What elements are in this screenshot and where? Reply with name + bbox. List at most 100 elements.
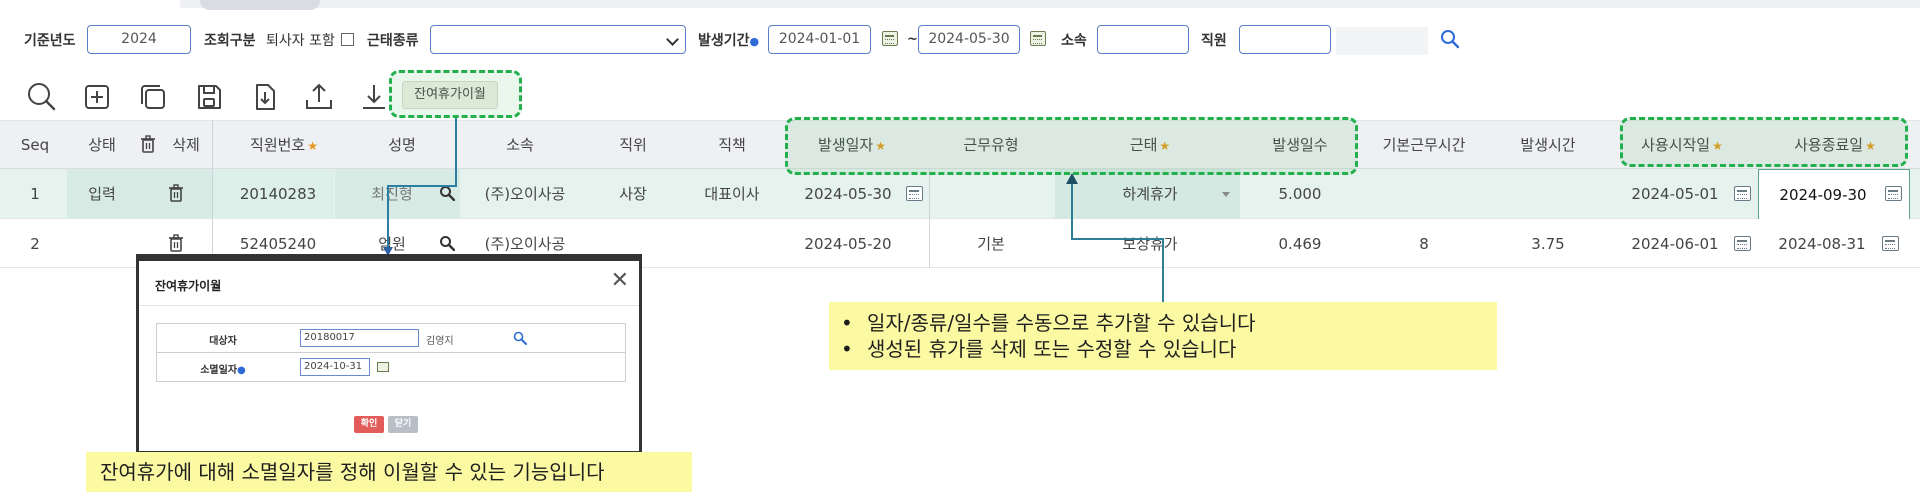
cell-leave[interactable]: 보상휴가 bbox=[1105, 219, 1195, 269]
employee-label: 직원 bbox=[1201, 33, 1227, 49]
cell-occur-days[interactable]: 0.469 bbox=[1260, 219, 1340, 269]
period-to-input[interactable]: 2024-05-30 bbox=[918, 25, 1020, 54]
arrow-up-icon bbox=[1066, 173, 1078, 184]
year-input[interactable]: 2024 bbox=[87, 25, 191, 54]
required-marker: ● bbox=[237, 365, 246, 376]
calendar-icon[interactable] bbox=[1734, 186, 1751, 201]
connector-line bbox=[387, 185, 457, 187]
connector-line bbox=[1071, 238, 1163, 240]
connector-line bbox=[1162, 238, 1164, 302]
cell-use-start[interactable]: 2024-05-01 bbox=[1625, 169, 1725, 219]
table-row[interactable]: 1 입력 20140283 최진형 (주)오이사공 사장 대표이사 2024-0… bbox=[0, 169, 1920, 219]
bullet-marker: • bbox=[841, 311, 853, 335]
save-icon[interactable] bbox=[192, 80, 226, 114]
leave-type-label: 근태종류 bbox=[367, 33, 419, 49]
import-icon[interactable] bbox=[248, 80, 282, 114]
cell-dept: (주)오이사공 bbox=[484, 185, 566, 203]
cell-occur-date[interactable]: 2024-05-30 bbox=[800, 169, 896, 219]
cell-base-hours: 8 bbox=[1419, 235, 1429, 253]
chevron-down-icon bbox=[666, 33, 679, 46]
cell-work-type[interactable]: 기본 bbox=[951, 219, 1031, 269]
upload-icon[interactable] bbox=[302, 80, 336, 114]
carryover-dialog: 잔여휴가이월 ✕ 대상자 20180017 김영지 소멸일자● 2024-10-… bbox=[136, 254, 642, 454]
highlight-occur-fields bbox=[785, 117, 1358, 175]
cell-name[interactable]: 최진형 bbox=[362, 169, 422, 219]
callout-note-edit: • 일자/종류/일수를 수동으로 추가할 수 있습니다 • 생성된 휴가를 삭제 또… bbox=[829, 302, 1497, 370]
cell-use-start[interactable]: 2024-06-01 bbox=[1625, 219, 1725, 269]
cell-occur-hours bbox=[1508, 169, 1588, 219]
connector-line bbox=[455, 118, 457, 186]
note-bullet-item: • 생성된 휴가를 삭제 또는 수정할 수 있습니다 bbox=[841, 337, 1237, 361]
required-star: ★ bbox=[307, 139, 318, 153]
cell-occur-days[interactable]: 5.000 bbox=[1260, 169, 1340, 219]
dialog-row-expire: 소멸일자● 2024-10-31 bbox=[157, 353, 625, 382]
cell-use-end[interactable]: 2024-08-31 bbox=[1772, 219, 1872, 269]
search-icon[interactable] bbox=[513, 330, 527, 345]
target-label: 대상자 bbox=[209, 336, 237, 347]
search-icon[interactable] bbox=[1440, 29, 1460, 49]
search-icon[interactable] bbox=[439, 185, 456, 202]
trash-icon[interactable] bbox=[168, 184, 184, 203]
cell-emp-no[interactable]: 20140283 bbox=[230, 169, 326, 219]
dept-label: 소속 bbox=[1061, 33, 1087, 49]
dialog-divider bbox=[139, 305, 639, 306]
period-separator: ~ bbox=[907, 32, 918, 47]
col-delete: 삭제 bbox=[172, 136, 200, 154]
cell-leave[interactable]: 하계휴가 bbox=[1105, 169, 1195, 219]
cell-seq: 1 bbox=[30, 185, 40, 203]
dialog-row-target: 대상자 20180017 김영지 bbox=[157, 324, 625, 353]
calendar-icon[interactable] bbox=[1734, 236, 1751, 251]
col-emp-no: 직원번호 ★ bbox=[250, 136, 318, 154]
required-marker: ● bbox=[749, 35, 760, 48]
employee-input[interactable] bbox=[1239, 25, 1331, 54]
trash-icon[interactable] bbox=[140, 135, 156, 154]
bullet-marker: • bbox=[841, 337, 853, 361]
calendar-icon[interactable] bbox=[882, 31, 898, 46]
target-input[interactable]: 20180017 bbox=[300, 329, 419, 347]
note-bullet-item: • 일자/종류/일수를 수동으로 추가할 수 있습니다 bbox=[841, 311, 1256, 335]
cell-use-end[interactable]: 2024-09-30 bbox=[1773, 170, 1873, 220]
chevron-down-icon[interactable] bbox=[1222, 192, 1230, 197]
calendar-icon[interactable] bbox=[377, 362, 389, 372]
dept-input[interactable] bbox=[1097, 25, 1189, 54]
leave-type-select[interactable] bbox=[430, 25, 686, 54]
add-icon[interactable] bbox=[80, 80, 114, 114]
search-icon[interactable] bbox=[439, 235, 456, 252]
employee-name-display bbox=[1336, 27, 1428, 55]
col-status: 상태 bbox=[88, 136, 116, 154]
highlight-carryover bbox=[389, 70, 522, 118]
cell-work-type[interactable] bbox=[951, 169, 1031, 219]
top-shade bbox=[180, 0, 1920, 8]
period-from-input[interactable]: 2024-01-01 bbox=[768, 25, 871, 54]
cell-occur-date[interactable]: 2024-05-20 bbox=[800, 219, 896, 269]
include-retired-checkbox[interactable] bbox=[341, 33, 354, 46]
column-divider bbox=[929, 169, 930, 268]
expire-input[interactable]: 2024-10-31 bbox=[300, 358, 370, 376]
calendar-icon[interactable] bbox=[1885, 186, 1902, 201]
cell-title bbox=[697, 219, 767, 269]
top-decoration bbox=[200, 0, 320, 10]
cell-base-hours bbox=[1382, 169, 1466, 219]
col-dept: 소속 bbox=[506, 136, 534, 154]
close-button[interactable]: 닫기 bbox=[388, 416, 418, 433]
search-icon[interactable] bbox=[24, 80, 58, 114]
cell-seq: 2 bbox=[30, 235, 40, 253]
cell-status bbox=[72, 219, 132, 269]
calendar-icon[interactable] bbox=[1882, 236, 1899, 251]
cell-status: 입력 bbox=[88, 185, 116, 203]
col-position: 직위 bbox=[619, 136, 647, 154]
download-icon[interactable] bbox=[357, 80, 391, 114]
column-divider bbox=[212, 120, 213, 268]
col-title: 직책 bbox=[718, 136, 746, 154]
calendar-icon[interactable] bbox=[1030, 31, 1046, 46]
use-end-editor[interactable]: 2024-09-30 bbox=[1758, 169, 1910, 221]
calendar-icon[interactable] bbox=[906, 186, 923, 201]
trash-icon[interactable] bbox=[168, 234, 184, 253]
close-icon[interactable]: ✕ bbox=[611, 270, 629, 292]
cell-position: 사장 bbox=[619, 185, 647, 203]
include-retired-label: 퇴사자 포함 bbox=[266, 33, 335, 49]
col-seq: Seq bbox=[20, 136, 50, 154]
col-name: 성명 bbox=[388, 136, 416, 154]
copy-icon[interactable] bbox=[136, 80, 170, 114]
confirm-button[interactable]: 확인 bbox=[354, 416, 384, 433]
